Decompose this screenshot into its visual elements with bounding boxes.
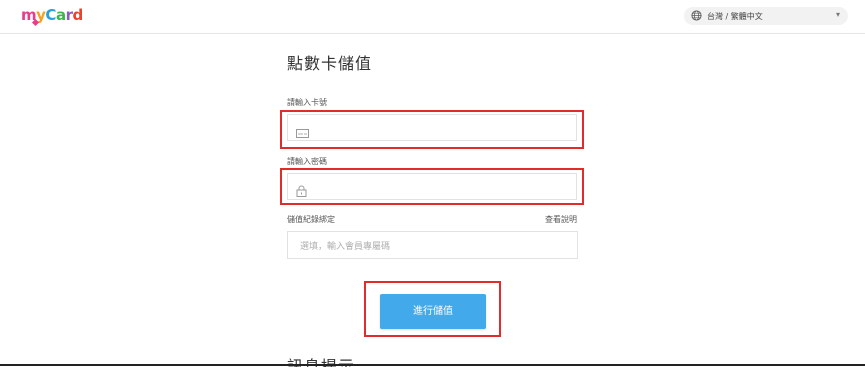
card-number-label: 請輸入卡號 (287, 98, 327, 107)
binding-label: 儲值紀錄綁定 (287, 215, 335, 224)
chevron-down-icon: ▾ (835, 10, 840, 19)
logo-letter: a (55, 6, 66, 24)
language-selector[interactable]: 台灣 / 繁體中文 ▾ (684, 7, 848, 25)
divider (0, 364, 865, 366)
logo-letter: d (72, 6, 83, 24)
help-link[interactable]: 查看說明 (545, 214, 577, 225)
page: myCard 台灣 / 繁體中文 ▾ 點數卡儲值 請輸入卡號 請輸入密碼 儲值紀… (0, 0, 865, 367)
logo-letter: C (45, 6, 56, 24)
header-bar: myCard 台灣 / 繁體中文 ▾ (0, 0, 865, 34)
highlight-box-card-number (280, 110, 584, 149)
language-label: 台灣 / 繁體中文 (707, 12, 763, 21)
member-code-field[interactable] (287, 231, 578, 259)
globe-icon (691, 10, 702, 23)
highlight-box-submit (364, 281, 501, 337)
member-code-input[interactable] (298, 237, 572, 257)
highlight-box-password (280, 168, 584, 205)
password-label: 請輸入密碼 (287, 157, 327, 166)
mycard-logo[interactable]: myCard (21, 6, 83, 27)
page-title: 點數卡儲值 (287, 54, 373, 73)
